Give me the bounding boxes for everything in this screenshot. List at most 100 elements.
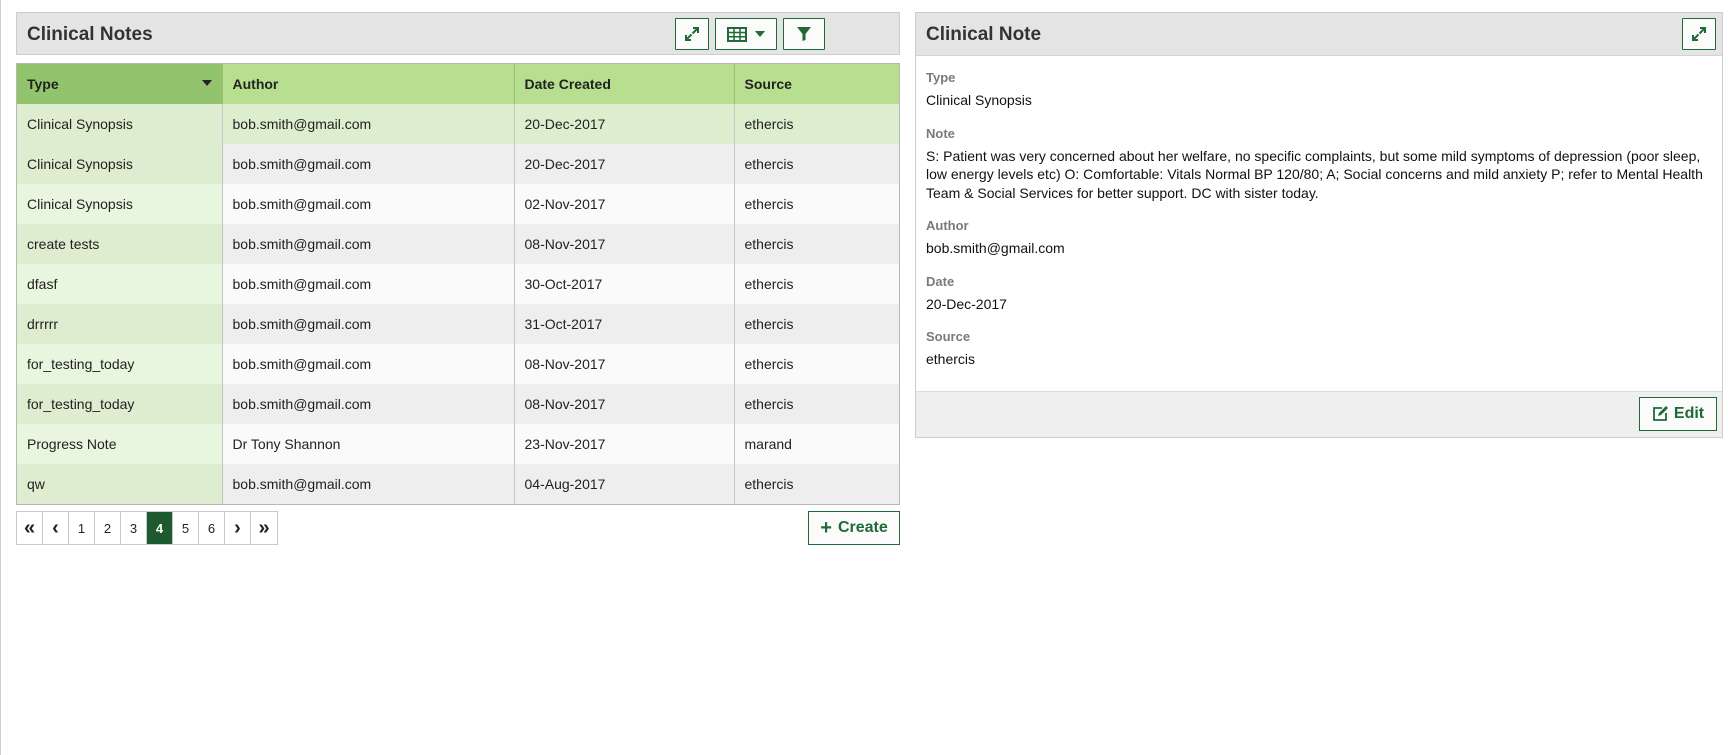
cell-type: drrrrr bbox=[17, 304, 223, 344]
page-button-6[interactable]: 6 bbox=[199, 512, 225, 544]
cell-author: bob.smith@gmail.com bbox=[222, 184, 515, 224]
table-row[interactable]: qw bob.smith@gmail.com 04-Aug-2017 ether… bbox=[17, 464, 899, 504]
column-header-author[interactable]: Author bbox=[222, 64, 515, 104]
cell-type: Clinical Synopsis bbox=[17, 144, 223, 184]
column-header-type[interactable]: Type bbox=[17, 64, 223, 104]
first-page-button[interactable]: « bbox=[17, 512, 43, 544]
clinical-note-detail-panel: Clinical Note Type Clinical Synopsis Not… bbox=[915, 12, 1723, 438]
column-header-label: Author bbox=[232, 76, 279, 92]
notes-table-wrapper: Type Author Date Created Source Clinical… bbox=[16, 63, 900, 505]
clinical-notes-panel: Clinical Notes Type Author Date Created … bbox=[16, 12, 900, 545]
field-label: Note bbox=[926, 125, 955, 141]
table-row[interactable]: for_testing_today bob.smith@gmail.com 08… bbox=[17, 344, 899, 384]
expand-icon bbox=[685, 27, 699, 41]
cell-date: 23-Nov-2017 bbox=[514, 424, 735, 464]
column-header-label: Date Created bbox=[524, 76, 611, 92]
cell-author: bob.smith@gmail.com bbox=[222, 144, 515, 184]
table-row[interactable]: Progress Note Dr Tony Shannon 23-Nov-201… bbox=[17, 424, 899, 464]
cell-source: ethercis bbox=[734, 384, 899, 424]
table-header-row: Type Author Date Created Source bbox=[17, 64, 899, 104]
next-page-button[interactable]: › bbox=[225, 512, 251, 544]
cell-author: bob.smith@gmail.com bbox=[222, 344, 515, 384]
columns-dropdown-button[interactable] bbox=[715, 18, 777, 50]
cell-source: ethercis bbox=[734, 264, 899, 304]
cell-source: ethercis bbox=[734, 184, 899, 224]
filter-icon bbox=[797, 27, 811, 41]
table-columns-icon bbox=[727, 26, 747, 42]
column-header-label: Source bbox=[744, 76, 792, 92]
cell-source: ethercis bbox=[734, 144, 899, 184]
cell-author: Dr Tony Shannon bbox=[222, 424, 515, 464]
cell-type: dfasf bbox=[17, 264, 223, 304]
table-row[interactable]: dfasf bob.smith@gmail.com 30-Oct-2017 et… bbox=[17, 264, 899, 304]
cell-source: marand bbox=[734, 424, 899, 464]
cell-type: qw bbox=[17, 464, 223, 504]
chevron-down-icon bbox=[755, 31, 765, 37]
field-label: Source bbox=[926, 329, 971, 344]
panel-title: Clinical Notes bbox=[27, 24, 153, 45]
cell-date: 08-Nov-2017 bbox=[514, 224, 735, 264]
field-value: 20-Dec-2017 bbox=[926, 295, 1007, 312]
cell-type: for_testing_today bbox=[17, 344, 223, 384]
page-button-1[interactable]: 1 bbox=[69, 512, 95, 544]
cell-date: 20-Dec-2017 bbox=[514, 144, 735, 184]
table-row[interactable]: Clinical Synopsis bob.smith@gmail.com 20… bbox=[17, 104, 899, 144]
field-label: Type bbox=[926, 70, 956, 85]
field-note: Note S: Patient was very concerned about… bbox=[926, 126, 1712, 203]
cell-type: for_testing_today bbox=[17, 384, 223, 424]
create-button[interactable]: + Create bbox=[808, 511, 900, 545]
cell-author: bob.smith@gmail.com bbox=[222, 224, 515, 264]
cell-date: 08-Nov-2017 bbox=[514, 384, 735, 424]
table-row[interactable]: drrrrr bob.smith@gmail.com 31-Oct-2017 e… bbox=[17, 304, 899, 344]
field-label: Date bbox=[926, 273, 955, 289]
field-value: Clinical Synopsis bbox=[926, 92, 1032, 108]
column-header-label: Type bbox=[27, 76, 59, 92]
edit-label: Edit bbox=[1673, 405, 1705, 422]
cell-source: ethercis bbox=[734, 304, 899, 344]
field-label: Author bbox=[926, 218, 969, 233]
cell-date: 30-Oct-2017 bbox=[514, 264, 735, 304]
expand-icon bbox=[1692, 27, 1706, 41]
page-button-3[interactable]: 3 bbox=[121, 512, 147, 544]
field-author: Author bob.smith@gmail.com bbox=[926, 218, 1712, 258]
cell-type: Clinical Synopsis bbox=[17, 104, 223, 144]
detail-body: Type Clinical Synopsis Note S: Patient w… bbox=[916, 56, 1722, 369]
field-source: Source ethercis bbox=[926, 329, 1712, 369]
column-header-source[interactable]: Source bbox=[734, 64, 899, 104]
filter-button[interactable] bbox=[783, 18, 825, 50]
cell-date: 02-Nov-2017 bbox=[514, 184, 735, 224]
field-value: S: Patient was very concerned about her … bbox=[926, 147, 1703, 201]
prev-page-button[interactable]: ‹ bbox=[43, 512, 69, 544]
sort-desc-icon bbox=[201, 80, 212, 86]
field-value: ethercis bbox=[926, 351, 976, 367]
column-header-date-created[interactable]: Date Created bbox=[514, 64, 735, 104]
cell-date: 31-Oct-2017 bbox=[514, 304, 735, 344]
field-value: bob.smith@gmail.com bbox=[926, 240, 1065, 256]
notes-table: Type Author Date Created Source Clinical… bbox=[17, 64, 899, 504]
last-page-button[interactable]: » bbox=[251, 512, 277, 544]
table-row[interactable]: Clinical Synopsis bob.smith@gmail.com 02… bbox=[17, 184, 899, 224]
table-row[interactable]: Clinical Synopsis bob.smith@gmail.com 20… bbox=[17, 144, 899, 184]
table-row[interactable]: create tests bob.smith@gmail.com 08-Nov-… bbox=[17, 224, 899, 264]
panel-title: Clinical Note bbox=[926, 24, 1042, 45]
detail-footer: Edit bbox=[916, 391, 1722, 437]
cell-source: ethercis bbox=[734, 104, 899, 144]
page-button-2[interactable]: 2 bbox=[95, 512, 121, 544]
cell-type: create tests bbox=[17, 224, 223, 264]
cell-date: 04-Aug-2017 bbox=[514, 464, 735, 504]
page-button-5[interactable]: 5 bbox=[173, 512, 199, 544]
page-button-4[interactable]: 4 bbox=[147, 512, 173, 544]
clinical-note-header: Clinical Note bbox=[916, 13, 1722, 56]
edit-button[interactable]: Edit bbox=[1639, 397, 1717, 431]
plus-icon: + bbox=[820, 517, 832, 539]
field-type: Type Clinical Synopsis bbox=[926, 70, 1712, 110]
cell-author: bob.smith@gmail.com bbox=[222, 104, 515, 144]
expand-button[interactable] bbox=[675, 18, 709, 50]
cell-date: 20-Dec-2017 bbox=[514, 104, 735, 144]
cell-author: bob.smith@gmail.com bbox=[222, 464, 515, 504]
table-row[interactable]: for_testing_today bob.smith@gmail.com 08… bbox=[17, 384, 899, 424]
expand-button[interactable] bbox=[1682, 18, 1716, 50]
cell-source: ethercis bbox=[734, 344, 899, 384]
field-date: Date 20-Dec-2017 bbox=[926, 274, 1712, 314]
cell-date: 08-Nov-2017 bbox=[514, 344, 735, 384]
